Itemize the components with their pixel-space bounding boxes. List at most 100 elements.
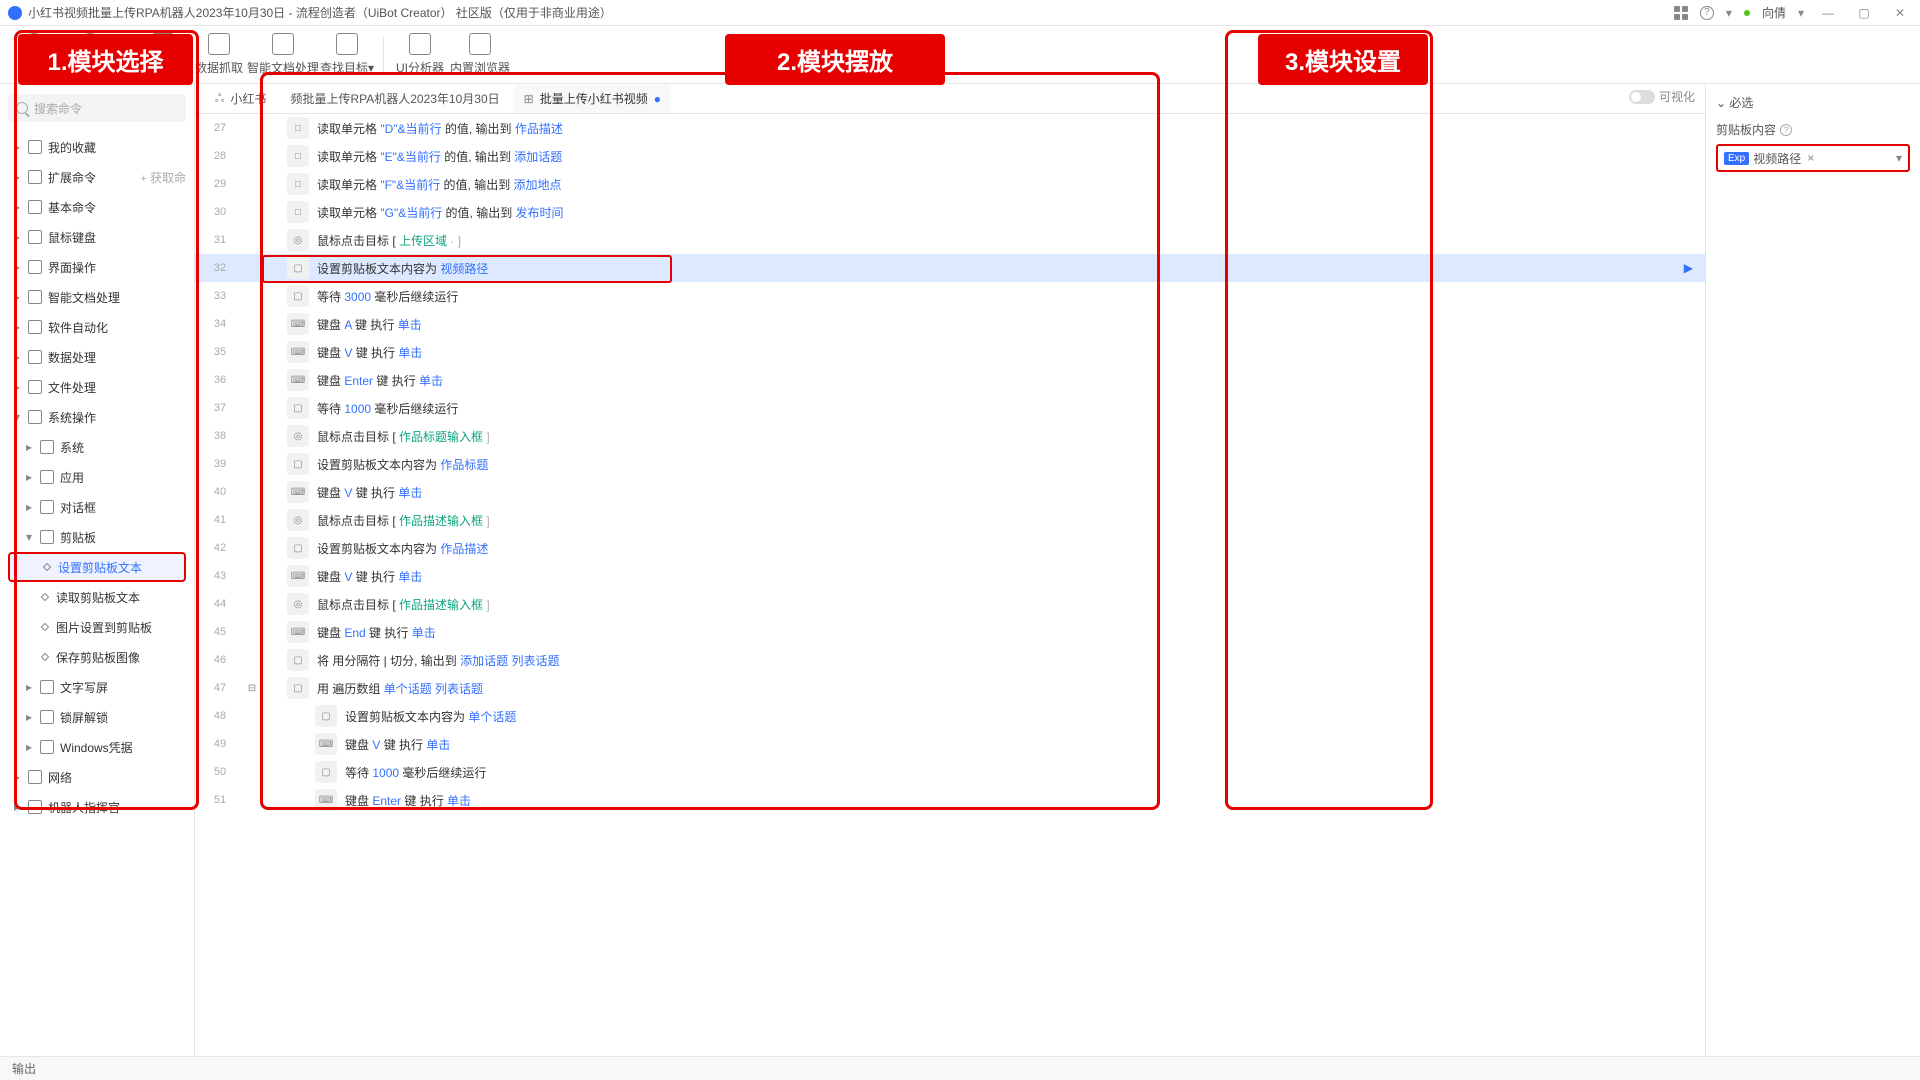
- timeline-button[interactable]: 时间线 ▾: [62, 30, 118, 80]
- search-input[interactable]: 搜索命令: [8, 94, 186, 122]
- tree-wincred[interactable]: ▸Windows凭据: [8, 732, 186, 762]
- code-line[interactable]: 39▢设置剪贴板文本内容为 作品标题: [195, 450, 1705, 478]
- code-line[interactable]: 29□读取单元格 "F"&当前行 的值, 输出到 添加地点: [195, 170, 1705, 198]
- tab-1[interactable]: ஃ小红书: [205, 85, 276, 113]
- code-area[interactable]: 27□读取单元格 "D"&当前行 的值, 输出到 作品描述28□读取单元格 "E…: [195, 114, 1705, 1056]
- clear-icon[interactable]: ×: [1807, 151, 1814, 165]
- exp-badge: Exp: [1724, 152, 1749, 165]
- tree-app[interactable]: ▸应用: [8, 462, 186, 492]
- minimize-button[interactable]: —: [1816, 6, 1840, 20]
- step-icon: □: [287, 117, 309, 139]
- maximize-button[interactable]: ▢: [1852, 6, 1876, 20]
- step-icon: ▢: [287, 257, 309, 279]
- code-line[interactable]: 37▢等待 1000 毫秒后继续运行: [195, 394, 1705, 422]
- tree-save-clipboard[interactable]: 保存剪贴板图像: [8, 642, 186, 672]
- step-icon: ▢: [287, 677, 309, 699]
- record-icon: [152, 33, 174, 55]
- tree-ext[interactable]: ▸扩展命令+ 获取命: [8, 162, 186, 192]
- tree-mousekey[interactable]: ▸鼠标键盘: [8, 222, 186, 252]
- code-line[interactable]: 44◎鼠标点击目标 [ 作品描述输入框 ]: [195, 590, 1705, 618]
- code-line[interactable]: 47⊟▢用 遍历数组 单个话题 列表话题: [195, 674, 1705, 702]
- code-line[interactable]: 28□读取单元格 "E"&当前行 的值, 输出到 添加话题: [195, 142, 1705, 170]
- tree-ui[interactable]: ▸界面操作: [8, 252, 186, 282]
- tree-read-clipboard[interactable]: 读取剪贴板文本: [8, 582, 186, 612]
- tree-auto[interactable]: ▸软件自动化: [8, 312, 186, 342]
- tree-basic[interactable]: ▸基本命令: [8, 192, 186, 222]
- user-name[interactable]: 向倩: [1762, 4, 1786, 21]
- chevron-down-icon[interactable]: ▾: [1896, 151, 1902, 165]
- prop-section-header[interactable]: ⌄ 必选: [1716, 94, 1910, 111]
- code-line[interactable]: 41◎鼠标点击目标 [ 作品描述输入框 ]: [195, 506, 1705, 534]
- close-button[interactable]: ✕: [1888, 6, 1912, 20]
- find-target-button[interactable]: 查找目标▾: [319, 30, 375, 80]
- code-line[interactable]: 38◎鼠标点击目标 [ 作品标题输入框 ]: [195, 422, 1705, 450]
- code-line[interactable]: 49⌨键盘 V 键 执行 单击: [195, 730, 1705, 758]
- clipboard-icon: [40, 530, 54, 544]
- visual-toggle[interactable]: 可视化: [1629, 88, 1695, 105]
- tree-robot[interactable]: ▸机器人指挥官: [8, 792, 186, 822]
- command-tree: ▸我的收藏 ▸扩展命令+ 获取命 ▸基本命令 ▸鼠标键盘 ▸界面操作 ▸智能文档…: [8, 132, 186, 1046]
- tree-set-clipboard[interactable]: 设置剪贴板文本: [8, 552, 186, 582]
- status-dot-icon: [1744, 10, 1750, 16]
- ui-analyzer-button[interactable]: UI分析器: [392, 30, 448, 80]
- tree-smartdoc[interactable]: ▸智能文档处理: [8, 282, 186, 312]
- step-icon: ◎: [287, 593, 309, 615]
- browser-icon: [469, 33, 491, 55]
- code-line[interactable]: 30□读取单元格 "G"&当前行 的值, 输出到 发布时间: [195, 198, 1705, 226]
- target-icon: [336, 33, 358, 55]
- code-line[interactable]: 43⌨键盘 V 键 执行 单击: [195, 562, 1705, 590]
- tree-sysop[interactable]: ▾系统操作: [8, 402, 186, 432]
- step-icon: □: [287, 145, 309, 167]
- tree-dialog[interactable]: ▸对话框: [8, 492, 186, 522]
- window-title: 小红书视频批量上传RPA机器人2023年10月30日 - 流程创造者（UiBot…: [28, 4, 1674, 21]
- code-line[interactable]: 50▢等待 1000 毫秒后继续运行: [195, 758, 1705, 786]
- apps-icon[interactable]: [1674, 6, 1688, 20]
- tree-file[interactable]: ▸文件处理: [8, 372, 186, 402]
- title-bar: 小红书视频批量上传RPA机器人2023年10月30日 - 流程创造者（UiBot…: [0, 0, 1920, 26]
- code-line[interactable]: 27□读取单元格 "D"&当前行 的值, 输出到 作品描述: [195, 114, 1705, 142]
- code-line[interactable]: 32▢设置剪贴板文本内容为 视频路径▶: [195, 254, 1705, 282]
- tree-textwrite[interactable]: ▸文字写屏: [8, 672, 186, 702]
- record-button[interactable]: 录制: [135, 30, 191, 80]
- doc-icon: [28, 290, 42, 304]
- code-line[interactable]: 45⌨键盘 End 键 执行 单击: [195, 618, 1705, 646]
- tab-2[interactable]: 频批量上传RPA机器人2023年10月30日: [280, 85, 509, 113]
- tree-lockscreen[interactable]: ▸锁屏解锁: [8, 702, 186, 732]
- code-line[interactable]: 36⌨键盘 Enter 键 执行 单击: [195, 366, 1705, 394]
- play-icon[interactable]: ▶: [1684, 261, 1693, 275]
- code-line[interactable]: 31◎鼠标点击目标 [ 上传区域 · ]: [195, 226, 1705, 254]
- code-line[interactable]: 33▢等待 3000 毫秒后继续运行: [195, 282, 1705, 310]
- data-extract-button[interactable]: 数据抓取: [191, 30, 247, 80]
- help-icon[interactable]: ?: [1780, 124, 1792, 136]
- step-icon: □: [287, 201, 309, 223]
- search-icon: [16, 102, 28, 114]
- tab-3[interactable]: ⊞批量上传小红书视频●: [514, 85, 671, 113]
- code-line[interactable]: 48▢设置剪贴板文本内容为 单个话题: [195, 702, 1705, 730]
- code-line[interactable]: 40⌨键盘 V 键 执行 单击: [195, 478, 1705, 506]
- step-icon: ⌨: [287, 621, 309, 643]
- status-bar: 输出: [0, 1056, 1920, 1080]
- step-icon: ⌨: [287, 341, 309, 363]
- tree-net[interactable]: ▸网络: [8, 762, 186, 792]
- app-logo-icon: [8, 6, 22, 20]
- output-tab[interactable]: 输出: [12, 1060, 36, 1077]
- tree-favorites[interactable]: ▸我的收藏: [8, 132, 186, 162]
- code-line[interactable]: 42▢设置剪贴板文本内容为 作品描述: [195, 534, 1705, 562]
- smart-doc-button[interactable]: 智能文档处理: [247, 30, 319, 80]
- step-icon: ◎: [287, 425, 309, 447]
- tree-clipboard[interactable]: ▾剪贴板: [8, 522, 186, 552]
- analyzer-icon: [409, 33, 431, 55]
- code-line[interactable]: 34⌨键盘 A 键 执行 单击: [195, 310, 1705, 338]
- code-line[interactable]: 51⌨键盘 Enter 键 执行 单击: [195, 786, 1705, 814]
- step-icon: ▢: [315, 761, 337, 783]
- stop-button[interactable]: 停止: [6, 30, 62, 80]
- step-icon: ◎: [287, 509, 309, 531]
- tree-data[interactable]: ▸数据处理: [8, 342, 186, 372]
- builtin-browser-button[interactable]: 内置浏览器: [448, 30, 512, 80]
- tree-img-clipboard[interactable]: 图片设置到剪贴板: [8, 612, 186, 642]
- code-line[interactable]: 46▢将 用分隔符 | 切分, 输出到 添加话题 列表话题: [195, 646, 1705, 674]
- tree-system[interactable]: ▸系统: [8, 432, 186, 462]
- code-line[interactable]: 35⌨键盘 V 键 执行 单击: [195, 338, 1705, 366]
- prop-value-input[interactable]: Exp 视频路径 × ▾: [1716, 144, 1910, 172]
- help-icon[interactable]: ?: [1700, 6, 1714, 20]
